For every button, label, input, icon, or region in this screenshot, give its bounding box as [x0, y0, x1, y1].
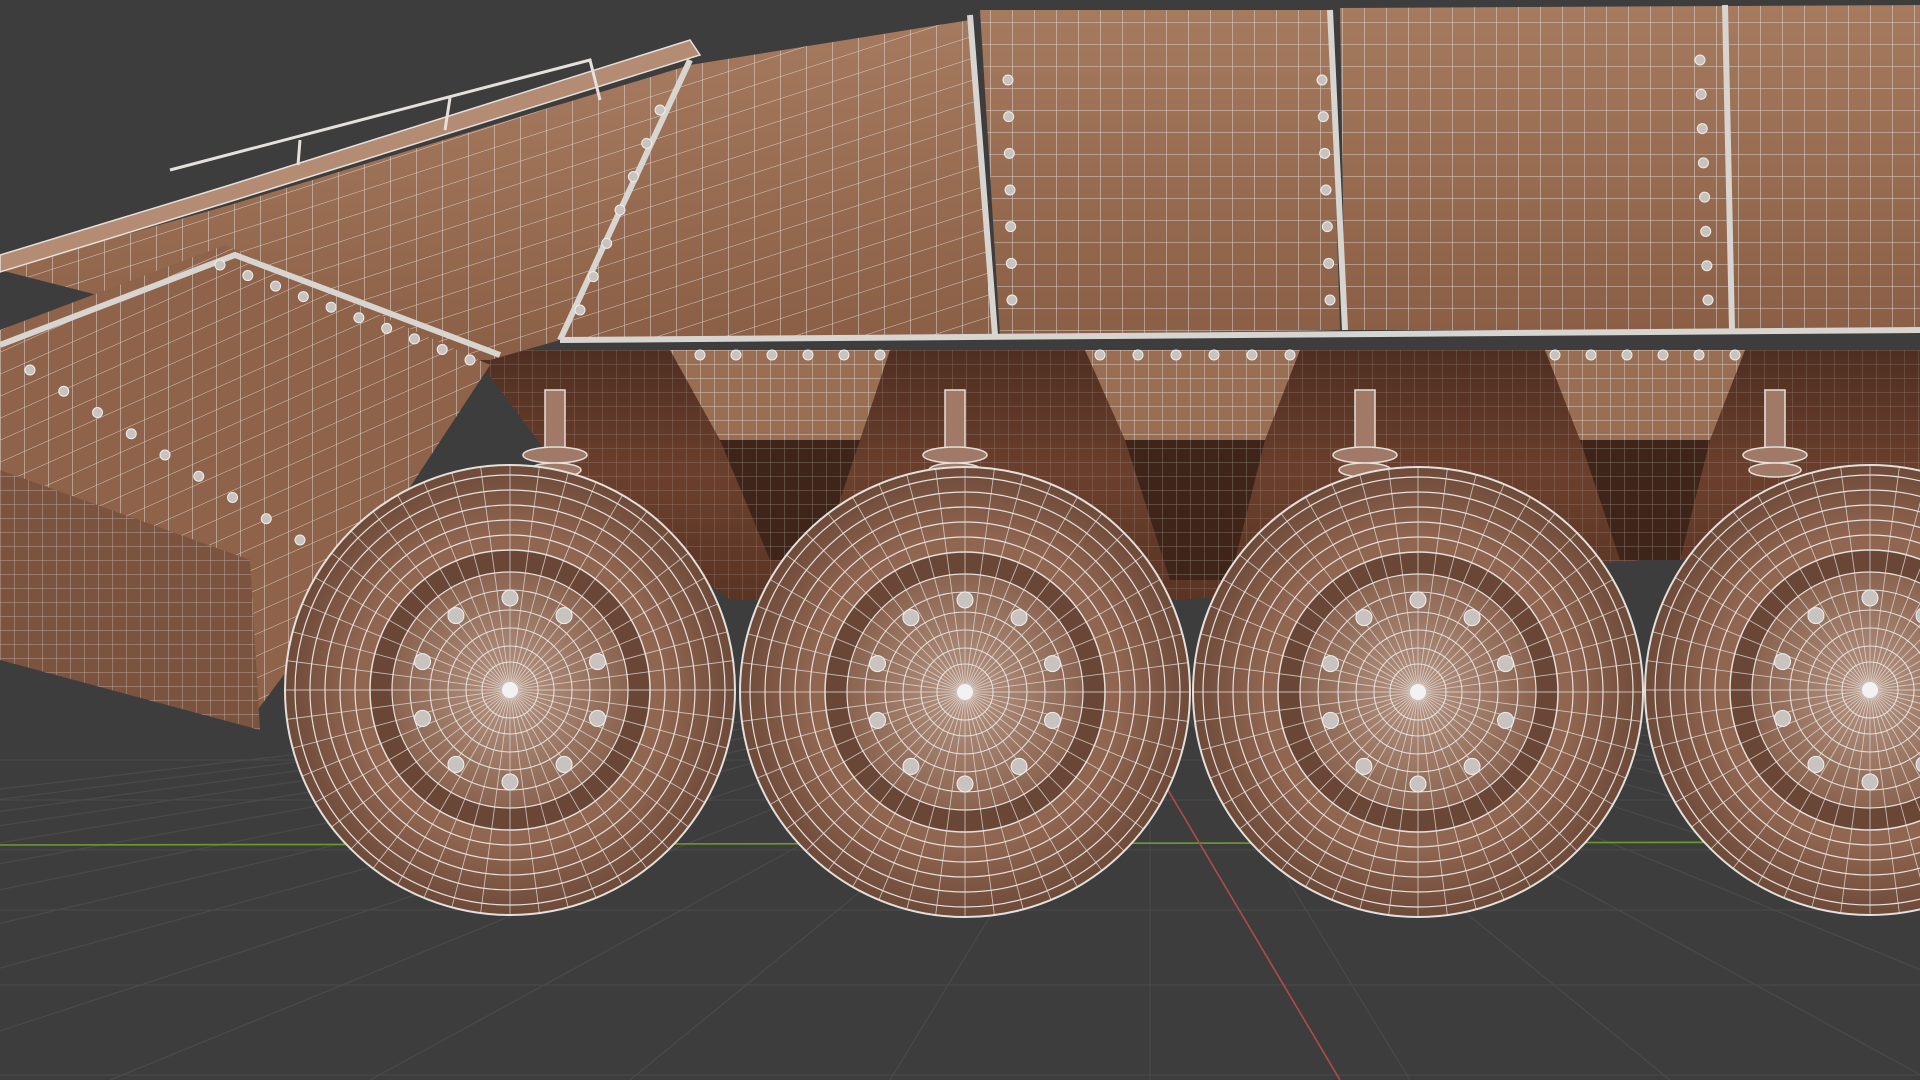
wheel-3[interactable]: [1192, 466, 1644, 918]
wheel-2[interactable]: [739, 466, 1191, 918]
hull-upper-panel-2-wire: [1340, 5, 1920, 330]
3d-viewport[interactable]: [0, 0, 1920, 1080]
wheel-1[interactable]: [284, 464, 736, 916]
hull-upper-panel-1-wire: [980, 10, 1340, 335]
viewport-scene[interactable]: [0, 0, 1920, 1080]
